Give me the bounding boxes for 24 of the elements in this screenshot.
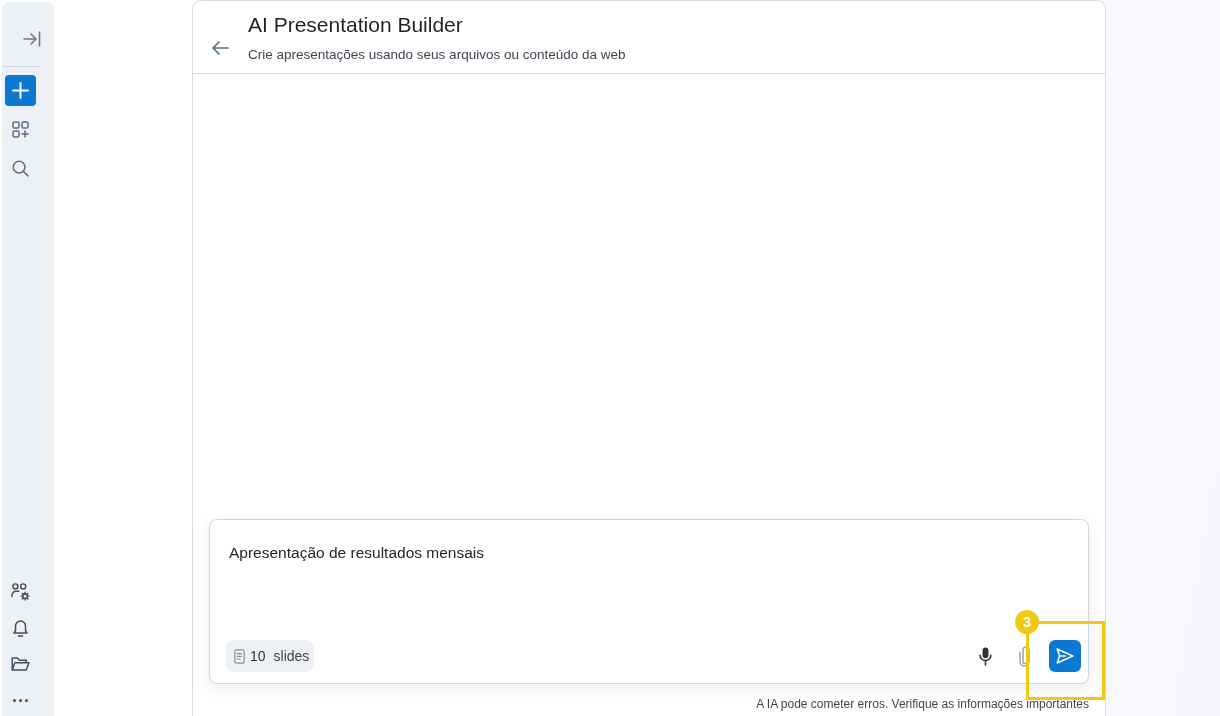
slide-count-label: slides <box>273 648 310 664</box>
back-button[interactable] <box>211 40 229 56</box>
plus-icon <box>12 82 29 99</box>
apps-add-icon <box>11 120 30 139</box>
send-icon <box>1056 648 1074 664</box>
paperclip-icon <box>1018 645 1030 667</box>
prompt-field[interactable]: Apresentação de resultados mensais <box>210 520 1088 604</box>
microphone-icon <box>978 646 992 666</box>
more-icon <box>13 698 28 702</box>
step-marker: 3 <box>1015 610 1039 634</box>
page-subtitle: Crie apresentações usando seus arquivos ou conteúdo da web <box>248 46 626 64</box>
new-button[interactable] <box>5 75 36 106</box>
document-icon <box>234 648 245 664</box>
back-arrow-icon <box>211 40 229 56</box>
slide-count-chip[interactable]: 10 slides <box>226 640 315 672</box>
arrow-to-bar-icon <box>22 30 41 47</box>
bell-icon <box>13 619 28 637</box>
folder-icon <box>11 657 30 671</box>
send-button[interactable] <box>1049 640 1081 672</box>
page-title: AI Presentation Builder <box>248 12 463 38</box>
users-gear-icon <box>11 583 30 601</box>
disclaimer-text: A IA pode cometer erros. Verifique as informações importantes <box>755 696 1090 713</box>
slide-count: 10 <box>250 648 266 664</box>
search-icon <box>12 160 29 177</box>
